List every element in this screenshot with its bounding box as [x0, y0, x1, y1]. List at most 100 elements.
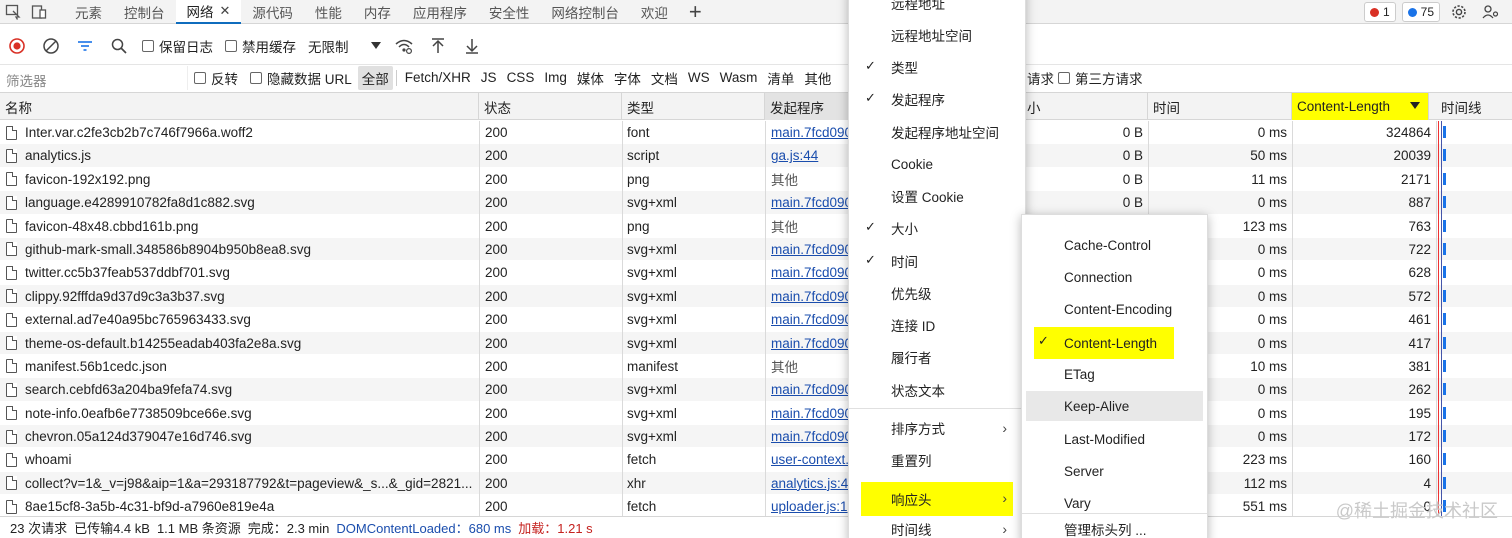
tab-0[interactable]: 元素 — [64, 0, 113, 24]
tab-1[interactable]: 控制台 — [113, 0, 176, 24]
more-tools-button[interactable]: + — [679, 0, 712, 22]
cell-initiator[interactable]: user-context. — [771, 448, 849, 471]
manage-header-columns-item[interactable]: 管理标头列 ... — [1022, 514, 1207, 538]
cell-initiator[interactable]: main.7fcd090 — [771, 378, 849, 401]
preserve-log-checkbox[interactable]: 保留日志 — [136, 36, 219, 56]
cell-initiator[interactable]: main.7fcd090 — [771, 285, 849, 308]
type-filter-6[interactable]: 字体 — [609, 68, 646, 88]
tab-4[interactable]: 性能 — [304, 0, 353, 24]
customize-devtools-icon[interactable] — [1478, 0, 1504, 24]
export-har-icon[interactable] — [455, 33, 489, 59]
search-icon[interactable] — [102, 33, 136, 59]
type-filter-8[interactable]: WS — [683, 70, 715, 85]
table-row[interactable]: favicon-192x192.png 200 png 其他 0 B 11 ms 2171 — [0, 168, 1512, 192]
cell-initiator[interactable]: main.7fcd090 — [771, 402, 849, 425]
column-header-size[interactable]: 小 — [1022, 93, 1148, 120]
menu-item-column-9[interactable]: 优先级 — [849, 278, 1025, 308]
preserve-log-box[interactable] — [142, 40, 154, 52]
menu-item-column-7[interactable]: ✓ 大小 — [849, 213, 1025, 243]
cell-initiator[interactable]: main.7fcd090 — [771, 308, 849, 331]
menu-item-column-4[interactable]: 发起程序地址空间 — [849, 117, 1025, 147]
cell-initiator[interactable]: ga.js:44 — [771, 144, 849, 167]
menu-item-column-8[interactable]: ✓ 时间 — [849, 246, 1025, 276]
table-row[interactable]: analytics.js 200 script ga.js:44 0 B 50 ms 200… — [0, 144, 1512, 168]
column-header-time[interactable]: 时间 — [1148, 93, 1292, 120]
errors-badge[interactable]: 1 — [1363, 2, 1396, 22]
table-row[interactable]: note-info.0eafb6e7738509bce66e.svg 200 svg… — [0, 402, 1512, 426]
submenu-trigger-3[interactable]: 时间线 › — [849, 514, 1025, 538]
tab-3[interactable]: 源代码 — [241, 0, 304, 24]
menu-item-column-2[interactable]: ✓ 类型 — [849, 52, 1025, 82]
cell-initiator[interactable]: main.7fcd090 — [771, 121, 849, 144]
throttling-select[interactable]: 无限制 — [302, 36, 387, 56]
table-row[interactable]: favicon-48x48.cbbd161b.png 200 png 其他 123 ms… — [0, 215, 1512, 238]
table-row[interactable]: twitter.cc5b37feab537ddbf701.svg 200 svg+x… — [0, 261, 1512, 285]
table-row[interactable]: Inter.var.c2fe3cb2b7c746f7966a.woff2 200 f… — [0, 121, 1512, 145]
cell-initiator[interactable]: analytics.js:43 — [771, 472, 849, 495]
submenu-trigger-1[interactable]: 重置列 — [849, 445, 1025, 475]
type-filter-10[interactable]: 清单 — [762, 68, 799, 88]
menu-item-column-11[interactable]: 履行者 — [849, 342, 1025, 372]
cell-initiator[interactable]: main.7fcd090 — [771, 425, 849, 448]
clear-icon[interactable] — [34, 33, 68, 59]
hide-data-urls-checkbox[interactable]: 隐藏数据 URL — [244, 68, 358, 88]
menu-item-column-12[interactable]: 状态文本 — [849, 375, 1025, 405]
tab-6[interactable]: 应用程序 — [402, 0, 478, 24]
table-row[interactable]: manifest.56b1cedc.json 200 manifest 其他 10 ms… — [0, 355, 1512, 379]
type-filter-11[interactable]: 其他 — [799, 68, 836, 88]
record-button[interactable] — [0, 33, 34, 59]
invert-checkbox[interactable]: 反转 — [188, 68, 244, 88]
column-header-initiator[interactable]: 发起程序 — [765, 93, 851, 120]
filter-icon[interactable] — [68, 33, 102, 59]
tab-2[interactable]: 网络 ✕ — [175, 0, 242, 24]
tab-8[interactable]: 网络控制台 — [540, 0, 630, 24]
type-filter-7[interactable]: 文档 — [646, 68, 683, 88]
submenu-trigger-0[interactable]: 排序方式 › — [849, 413, 1025, 443]
table-row[interactable]: language.e4289910782fa8d1c882.svg 200 svg+… — [0, 191, 1512, 215]
menu-item-header-0[interactable]: Cache-Control — [1022, 230, 1207, 260]
table-row[interactable]: 8ae15cf8-3a5b-4c31-bf9d-a7960e819e4a 200 f… — [0, 495, 1512, 516]
type-filter-3[interactable]: CSS — [502, 70, 540, 85]
column-header-name[interactable]: 名称 — [0, 93, 479, 120]
table-row[interactable]: whoami 200 fetch user-context. 223 ms 160 — [0, 448, 1512, 472]
menu-item-header-7[interactable]: Server — [1022, 456, 1207, 486]
type-filter-9[interactable]: Wasm — [715, 70, 763, 85]
tab-9[interactable]: 欢迎 — [630, 0, 679, 24]
type-filter-1[interactable]: Fetch/XHR — [400, 70, 476, 85]
menu-item-header-5[interactable]: Keep-Alive — [1026, 391, 1203, 421]
cell-initiator[interactable]: uploader.js:1 — [771, 495, 849, 516]
filter-input[interactable]: 筛选器 — [0, 65, 188, 90]
menu-item-header-1[interactable]: Connection — [1022, 262, 1207, 292]
hide-data-urls-box[interactable] — [250, 71, 262, 84]
tab-5[interactable]: 内存 — [353, 0, 402, 24]
column-header-status[interactable]: 状态 — [479, 93, 622, 120]
cell-initiator[interactable]: main.7fcd090 — [771, 191, 849, 214]
disable-cache-box[interactable] — [225, 40, 237, 52]
close-tab-icon[interactable]: ✕ — [220, 3, 231, 19]
type-filter-2[interactable]: JS — [476, 70, 502, 85]
tab-7[interactable]: 安全性 — [478, 0, 541, 24]
table-row[interactable]: clippy.92fffda9d37d9c3a3b37.svg 200 svg+xm… — [0, 284, 1512, 309]
table-row[interactable]: search.cebfd63a204ba9fefa74.svg 200 svg+xm… — [0, 378, 1512, 402]
menu-item-column-0[interactable]: 远程地址 — [849, 0, 1025, 18]
column-header-waterfall[interactable]: 时间线 — [1436, 93, 1512, 120]
menu-item-header-4[interactable]: ETag — [1022, 359, 1207, 389]
column-header-type[interactable]: 类型 — [622, 93, 765, 120]
menu-item-column-1[interactable]: 远程地址空间 — [849, 20, 1025, 50]
settings-gear-icon[interactable] — [1446, 0, 1472, 24]
submenu-trigger-2[interactable]: 响应头 › — [861, 482, 1013, 516]
table-row[interactable]: github-mark-small.348586b8904b950b8ea8.s… — [0, 237, 1512, 262]
type-filter-5[interactable]: 媒体 — [572, 68, 609, 88]
column-header-content-length[interactable]: Content-Length — [1292, 93, 1429, 120]
third-party-box[interactable] — [1058, 71, 1070, 84]
invert-box[interactable] — [194, 71, 206, 84]
messages-badge[interactable]: 75 — [1401, 2, 1440, 22]
inspect-element-icon[interactable] — [0, 0, 26, 24]
menu-item-header-3[interactable]: ✓ Content-Length — [1034, 327, 1174, 359]
cell-initiator[interactable]: main.7fcd090 — [771, 332, 849, 355]
import-har-icon[interactable] — [421, 33, 455, 59]
cell-initiator[interactable]: main.7fcd090 — [771, 261, 849, 284]
disable-cache-checkbox[interactable]: 禁用缓存 — [219, 36, 302, 56]
cell-initiator[interactable]: main.7fcd090 — [771, 238, 849, 261]
device-emulation-icon[interactable] — [26, 0, 52, 24]
